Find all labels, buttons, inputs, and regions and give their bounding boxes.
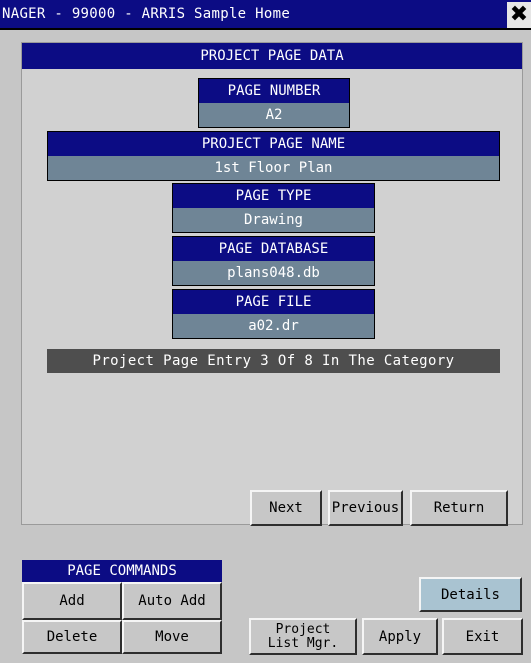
page-type-value[interactable]: Drawing (173, 208, 374, 232)
auto-add-button[interactable]: Auto Add (122, 582, 222, 620)
window-title: NAGER - 99000 - ARRIS Sample Home (2, 6, 291, 22)
page-number-value[interactable]: A2 (199, 103, 349, 127)
page-database-value[interactable]: plans048.db (173, 261, 374, 285)
add-button[interactable]: Add (22, 582, 122, 620)
page-number-label: PAGE NUMBER (199, 79, 349, 103)
page-file-value[interactable]: a02.dr (173, 314, 374, 338)
previous-button[interactable]: Previous (328, 490, 403, 526)
exit-button[interactable]: Exit (442, 618, 523, 655)
project-page-name-value[interactable]: 1st Floor Plan (48, 156, 499, 180)
return-button[interactable]: Return (410, 490, 508, 526)
entry-status: Project Page Entry 3 Of 8 In The Categor… (47, 349, 500, 373)
project-page-name-field: PROJECT PAGE NAME 1st Floor Plan (47, 131, 500, 181)
move-button[interactable]: Move (122, 620, 222, 654)
delete-button[interactable]: Delete (22, 620, 122, 654)
page-commands-header: PAGE COMMANDS (22, 560, 222, 582)
apply-button[interactable]: Apply (362, 618, 438, 655)
page-database-label: PAGE DATABASE (173, 237, 374, 261)
page-file-field: PAGE FILE a02.dr (172, 289, 375, 339)
panel-header: PROJECT PAGE DATA (22, 43, 522, 69)
page-file-label: PAGE FILE (173, 290, 374, 314)
project-page-data-panel: PROJECT PAGE DATA PAGE NUMBER A2 PROJECT… (21, 42, 523, 526)
title-bar: NAGER - 99000 - ARRIS Sample Home ✖ (0, 0, 531, 30)
page-database-field: PAGE DATABASE plans048.db (172, 236, 375, 286)
project-list-mgr-button[interactable]: Project List Mgr. (249, 618, 357, 655)
page-number-field: PAGE NUMBER A2 (198, 78, 350, 128)
project-page-name-label: PROJECT PAGE NAME (48, 132, 499, 156)
page-type-field: PAGE TYPE Drawing (172, 183, 375, 233)
page-type-label: PAGE TYPE (173, 184, 374, 208)
close-icon[interactable]: ✖ (507, 2, 531, 28)
details-button[interactable]: Details (419, 577, 522, 612)
next-button[interactable]: Next (250, 490, 322, 526)
